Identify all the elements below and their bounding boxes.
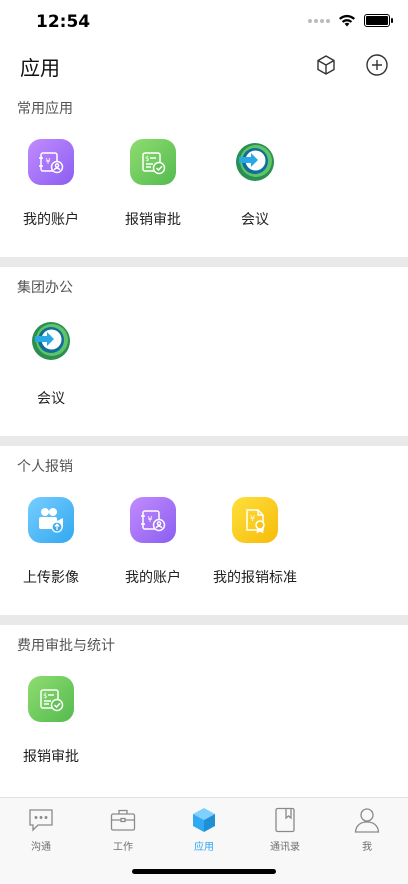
section-divider xyxy=(0,436,408,446)
app-my-account[interactable]: ¥ 我的账户 xyxy=(1,139,101,259)
standard-badge-icon: ¥ xyxy=(232,497,278,543)
svg-text:¥: ¥ xyxy=(46,157,51,166)
tab-label: 我 xyxy=(362,842,372,853)
tab-contacts[interactable]: 通讯录 xyxy=(244,806,326,853)
app-meeting[interactable]: 会议 xyxy=(205,139,305,259)
section-title: 常用应用 xyxy=(17,101,73,117)
nav-bar: 应用 xyxy=(0,44,408,88)
chat-icon xyxy=(27,806,55,834)
tab-work[interactable]: 工作 xyxy=(82,806,164,853)
section-personal-expense: 个人报销 上传影像 ¥ 我的账户 ¥ 我的报销标准 xyxy=(0,446,408,615)
app-upload-image[interactable]: 上传影像 xyxy=(1,497,101,617)
app-label: 我的账户 xyxy=(23,212,79,228)
section-expense-stats: 费用审批与统计 $ 报销审批 xyxy=(0,625,408,794)
tab-chat[interactable]: 沟通 xyxy=(0,806,82,853)
home-indicator xyxy=(132,869,276,874)
app-label: 我的账户 xyxy=(125,570,181,586)
tab-label: 沟通 xyxy=(31,842,51,853)
wifi-icon xyxy=(339,14,355,27)
add-button[interactable] xyxy=(362,50,392,80)
svg-text:$: $ xyxy=(145,155,149,163)
approval-icon: $ xyxy=(130,139,176,185)
section-divider xyxy=(0,615,408,625)
tab-label: 应用 xyxy=(194,842,214,853)
plus-circle-icon xyxy=(366,54,388,76)
section-title: 集团办公 xyxy=(17,280,73,296)
account-icon: ¥ xyxy=(130,497,176,543)
app-expense-approval[interactable]: $ 报销审批 xyxy=(103,139,203,259)
cube-icon xyxy=(317,55,335,75)
tab-label: 工作 xyxy=(113,842,133,853)
app-my-account[interactable]: ¥ 我的账户 xyxy=(103,497,203,617)
app-label: 报销审批 xyxy=(125,212,181,228)
app-expense-approval[interactable]: $ 报销审批 xyxy=(1,676,101,796)
battery-icon xyxy=(364,14,393,27)
status-icons xyxy=(308,14,393,27)
tab-me[interactable]: 我 xyxy=(326,806,408,853)
cube-icon xyxy=(190,806,218,834)
svg-text:$: $ xyxy=(43,692,47,700)
status-time: 12:54 xyxy=(36,12,91,32)
svg-text:¥: ¥ xyxy=(250,514,255,523)
page-title: 应用 xyxy=(20,56,60,80)
camera-upload-icon xyxy=(28,497,74,543)
contacts-icon xyxy=(271,806,299,834)
briefcase-icon xyxy=(109,806,137,834)
approval-icon: $ xyxy=(28,676,74,722)
app-label: 会议 xyxy=(37,391,65,407)
signal-icon xyxy=(308,18,330,23)
app-my-expense-standard[interactable]: ¥ 我的报销标准 xyxy=(205,497,305,617)
section-divider xyxy=(0,257,408,267)
svg-text:¥: ¥ xyxy=(148,515,153,524)
app-label: 报销审批 xyxy=(23,749,79,765)
tab-apps[interactable]: 应用 xyxy=(163,806,245,853)
tab-label: 通讯录 xyxy=(270,842,300,853)
meeting-icon xyxy=(232,139,278,185)
app-label: 会议 xyxy=(241,212,269,228)
cube-button[interactable] xyxy=(311,50,341,80)
app-meeting[interactable]: 会议 xyxy=(1,318,101,438)
meeting-icon xyxy=(28,318,74,364)
status-bar: 12:54 xyxy=(0,0,408,44)
section-title: 费用审批与统计 xyxy=(17,638,115,654)
person-icon xyxy=(353,806,381,834)
section-frequent-apps: 常用应用 ¥ 我的账户 $ 报销审批 会议 xyxy=(0,88,408,257)
section-title: 个人报销 xyxy=(17,459,73,475)
app-label: 上传影像 xyxy=(23,570,79,586)
app-label: 我的报销标准 xyxy=(213,570,297,586)
section-group-office: 集团办公 会议 xyxy=(0,267,408,436)
account-icon: ¥ xyxy=(28,139,74,185)
